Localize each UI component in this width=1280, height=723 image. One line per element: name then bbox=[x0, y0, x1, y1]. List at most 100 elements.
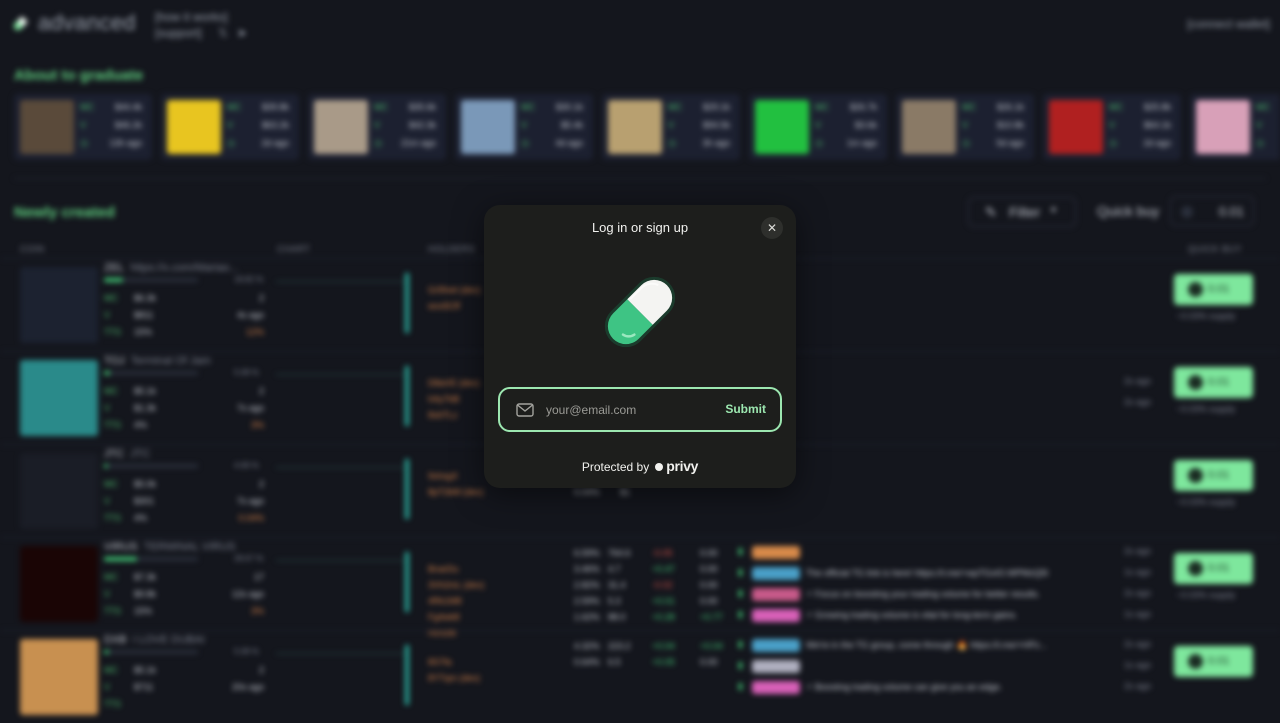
holder-address[interactable]: 4Rk1M8 bbox=[428, 596, 462, 606]
card-v-label: V bbox=[1109, 120, 1116, 130]
v-label: V bbox=[104, 403, 111, 413]
quick-buy-button[interactable]: 0.01 bbox=[1174, 367, 1253, 398]
holder-stat: 0.00 bbox=[700, 564, 718, 574]
holder-address[interactable]: 8S7fa bbox=[428, 657, 452, 667]
telegram-icon[interactable]: ➤ bbox=[237, 26, 247, 40]
table-row[interactable]: DXB I LOVE DUBAI 5.08 % MC $5.1k V $711 TTS 2 20s… bbox=[0, 630, 1280, 723]
holder-address[interactable]: 9xhsgX bbox=[428, 471, 458, 481]
mc-value: $7.3k bbox=[134, 572, 157, 582]
graduate-card[interactable]: MC $35.6k V $42.3k ◷ 21m ago bbox=[308, 94, 446, 160]
card-age-value: 4d ago bbox=[555, 138, 583, 148]
graduate-card[interactable]: MC $44.4k V $46.2k ◷ 13h ago bbox=[14, 94, 152, 160]
holder-stat: 1.62% bbox=[574, 612, 600, 622]
quick-buy-button[interactable]: 0.01 bbox=[1174, 646, 1253, 677]
trader-badge[interactable] bbox=[752, 609, 800, 622]
chevron-down-icon: ▾ bbox=[1051, 205, 1057, 216]
holder-address[interactable]: 8YTqm (dev) bbox=[428, 673, 480, 683]
tts-value: 15% bbox=[134, 327, 153, 337]
holder-stat: +0.04 bbox=[652, 641, 675, 651]
card-mc-label: MC bbox=[668, 102, 682, 112]
token-symbol: ZEL https://x.com/Mariao... bbox=[104, 262, 238, 274]
card-v-label: V bbox=[521, 120, 528, 130]
pill-logo-icon bbox=[604, 276, 676, 348]
trader-badge[interactable] bbox=[752, 546, 800, 559]
x-icon[interactable]: 𝕏 bbox=[218, 26, 228, 40]
graduate-card[interactable]: MC $39.8k V $63.2k ◷ 2d ago bbox=[161, 94, 299, 160]
holder-address[interactable]: 3Vh2mL (dev) bbox=[428, 580, 484, 590]
holder-address[interactable]: Fg4wk8 bbox=[428, 612, 460, 622]
holder-stat: 5.3 bbox=[608, 596, 621, 606]
graduate-card[interactable]: MC$24.2kV$21.4k◷3d ago bbox=[1190, 94, 1280, 160]
token-image bbox=[20, 267, 98, 343]
connect-wallet-link[interactable]: [connect wallet] bbox=[1187, 17, 1270, 31]
trader-badge[interactable] bbox=[752, 639, 800, 652]
tts-label: TTS bbox=[104, 513, 121, 523]
brand-name[interactable]: advanced bbox=[38, 10, 136, 36]
mini-chart-line bbox=[276, 374, 404, 375]
card-mc-label: MC bbox=[521, 102, 535, 112]
holder-address[interactable]: wvx5Cff bbox=[428, 301, 460, 311]
tts-label: TTS bbox=[104, 699, 121, 709]
close-button[interactable]: ✕ bbox=[761, 217, 783, 239]
card-age-value: 3h ago bbox=[702, 138, 730, 148]
holder-stat: 4.32% bbox=[574, 641, 600, 651]
graduate-card[interactable]: MC $26.1k V $10.8k ◷ 5d ago bbox=[896, 94, 1034, 160]
token-name: I LOVE DUBAI bbox=[132, 634, 205, 646]
pill-logo-icon[interactable] bbox=[10, 14, 30, 34]
holder-address[interactable]: hAy7bB bbox=[428, 394, 459, 404]
activity-message: ⚡ Boosting trading volume can give you a… bbox=[806, 682, 1002, 692]
bonding-progress-fill bbox=[104, 557, 137, 561]
holders-count: 2 bbox=[258, 665, 264, 675]
privy-brand[interactable]: privy bbox=[666, 458, 698, 474]
card-age-value: 2d ago bbox=[1143, 138, 1171, 148]
holder-address[interactable]: 8pT2kM (dev) bbox=[428, 487, 484, 497]
graduate-card[interactable]: MC $29.1k V $94.5k ◷ 3h ago bbox=[602, 94, 740, 160]
filter-button[interactable]: ✎ Filter ▾ bbox=[968, 197, 1076, 227]
card-v-value: $10.8k bbox=[996, 120, 1024, 130]
trader-badge[interactable] bbox=[752, 681, 800, 694]
holder-stat: 2.59% bbox=[574, 596, 600, 606]
clock-icon: ◷ bbox=[80, 138, 88, 148]
submit-button[interactable]: Submit bbox=[725, 402, 766, 416]
activity-message: ⚡ Focus on boosting your trading volume … bbox=[806, 589, 1040, 599]
tts-label: TTS bbox=[104, 606, 121, 616]
bonding-progress-fill bbox=[104, 278, 123, 282]
table-row[interactable]: VIRUS TERMINAL VIRUS 28.67 % MC $7.3k V $9.8k T… bbox=[0, 537, 1280, 638]
clock-icon: ◷ bbox=[668, 138, 676, 148]
holder-address[interactable]: Gr5fvet (dev) bbox=[428, 285, 481, 295]
trader-badge[interactable] bbox=[752, 567, 800, 580]
social-links: 𝕏 ➤ bbox=[218, 26, 247, 40]
quick-buy-label: Quick buy bbox=[1097, 203, 1160, 219]
card-mc-label: MC bbox=[80, 102, 94, 112]
quick-buy-amount-input[interactable]: 0.01 bbox=[1170, 196, 1254, 226]
age-value: 7s ago bbox=[236, 403, 264, 413]
top-header: advanced [how it works] [support] 𝕏 ➤ [c… bbox=[0, 0, 1280, 52]
graduate-card[interactable]: MC $26.7k V $3.6k ◷ 1m ago bbox=[749, 94, 887, 160]
activity-time: 1s ago bbox=[1124, 609, 1152, 619]
clock-icon: ◷ bbox=[962, 138, 970, 148]
trader-badge[interactable] bbox=[752, 588, 800, 601]
trader-badge[interactable] bbox=[752, 660, 800, 673]
mc-label: MC bbox=[104, 386, 118, 396]
card-v-value: $46.2k bbox=[114, 120, 142, 130]
email-input[interactable] bbox=[546, 401, 706, 419]
holder-stat: -0.05 bbox=[652, 548, 673, 558]
age-value: 7s ago bbox=[236, 496, 264, 506]
holder-address[interactable]: 8xbTLz bbox=[428, 410, 458, 420]
token-symbol: TOJ Terminal Of Jam bbox=[104, 355, 211, 367]
how-it-works-link[interactable]: [how it works] bbox=[155, 9, 228, 25]
activity-time: 2s ago bbox=[1124, 546, 1152, 556]
graduate-card[interactable]: MC $25.8k V $64.1k ◷ 2d ago bbox=[1043, 94, 1181, 160]
quick-buy-button[interactable]: 0.01 bbox=[1174, 274, 1253, 305]
token-ticker: TOJ bbox=[104, 355, 125, 367]
supply-percent: ~0.03% supply bbox=[1176, 404, 1236, 414]
quick-buy-button[interactable]: 0.01 bbox=[1174, 460, 1253, 491]
privy-logo-icon bbox=[655, 463, 664, 471]
token-name: https://x.com/Mariao... bbox=[130, 262, 239, 274]
quick-buy-button[interactable]: 0.01 bbox=[1174, 553, 1253, 584]
bonding-percent: 4.69 % bbox=[234, 461, 259, 470]
holder-address[interactable]: D8aVE (dev) bbox=[428, 378, 480, 388]
holder-address[interactable]: BnarDu bbox=[428, 564, 459, 574]
graduate-card[interactable]: MC $30.1k V $5.4k ◷ 4d ago bbox=[455, 94, 593, 160]
support-link[interactable]: [support] bbox=[155, 25, 228, 41]
